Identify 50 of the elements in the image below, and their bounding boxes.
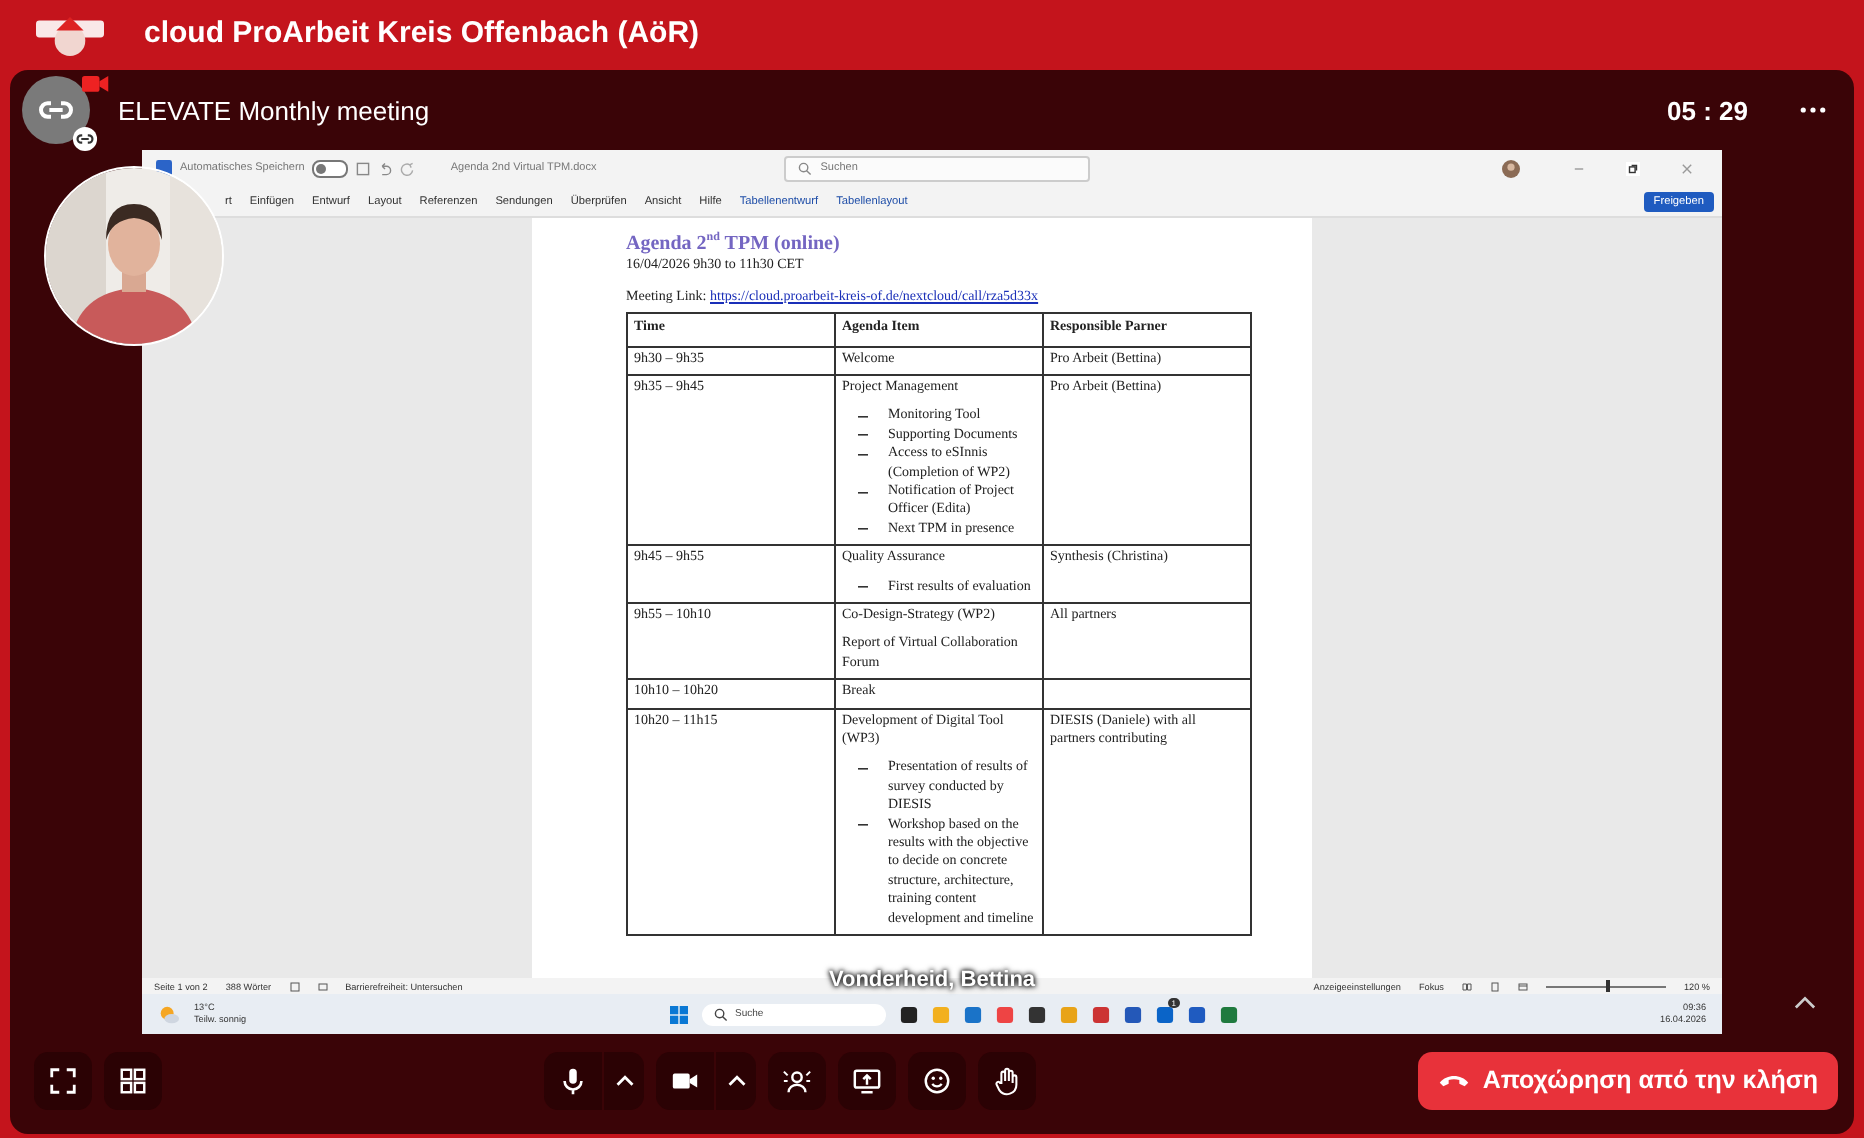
microphone-icon	[558, 1065, 589, 1095]
restore-icon[interactable]	[1626, 161, 1640, 175]
undo-icon[interactable]	[378, 161, 393, 175]
presenter-name: Vonderheid, Bettina	[828, 968, 1036, 992]
smiley-icon	[922, 1065, 953, 1095]
chevron-up-icon[interactable]	[1794, 994, 1816, 1010]
reactions-button[interactable]	[908, 1051, 967, 1109]
search-icon	[713, 1007, 728, 1021]
close-icon[interactable]	[1680, 161, 1694, 175]
print-layout-icon[interactable]	[1489, 981, 1500, 991]
bullet-dash-icon	[858, 824, 868, 827]
grid-icon	[118, 1065, 148, 1095]
save-icon[interactable]	[356, 161, 371, 175]
microphone-button[interactable]	[544, 1051, 603, 1109]
bullet-dash-icon	[858, 586, 868, 589]
link-badge-icon	[72, 126, 98, 152]
call-timer: 05 : 29	[1667, 95, 1748, 125]
microphone-options-button[interactable]	[604, 1051, 645, 1109]
fullscreen-button[interactable]	[34, 1051, 92, 1109]
background-blur-button[interactable]	[768, 1051, 827, 1109]
prediction-icon[interactable]	[317, 981, 328, 991]
windows-start-icon[interactable]	[669, 1005, 688, 1023]
bullet-dash-icon	[858, 491, 868, 494]
leave-call-button[interactable]: Αποχώρηση από την κλήση	[1418, 1051, 1839, 1109]
screen-share-button[interactable]	[838, 1051, 897, 1109]
web-layout-icon[interactable]	[1517, 981, 1528, 991]
camera-options-button[interactable]	[716, 1051, 757, 1109]
proofing-icon[interactable]	[289, 981, 300, 991]
autosave-toggle[interactable]	[312, 159, 349, 177]
grid-view-button[interactable]	[104, 1051, 162, 1109]
call-title: ELEVATE Monthly meeting	[118, 95, 430, 125]
raise-hand-button[interactable]	[978, 1051, 1037, 1109]
camera-badge-icon	[82, 72, 110, 94]
bullet-dash-icon	[858, 528, 868, 531]
document-title: Agenda 2$^{nd}$ TPM (online)	[626, 229, 842, 257]
camera-button[interactable]	[656, 1051, 715, 1109]
bullet-dash-icon	[858, 768, 868, 771]
bullet-dash-icon	[858, 434, 868, 437]
person-blur-icon	[782, 1065, 813, 1095]
read-mode-icon[interactable]	[1461, 981, 1472, 991]
more-icon[interactable]	[1800, 106, 1826, 114]
bullet-dash-icon	[858, 415, 868, 418]
screen-share-icon	[852, 1065, 883, 1095]
search-icon	[798, 161, 813, 175]
hand-icon	[992, 1065, 1023, 1095]
fullscreen-icon	[48, 1065, 78, 1095]
app-title: cloud ProArbeit Kreis Offenbach (AöR)	[144, 16, 700, 50]
profile-avatar-icon[interactable]	[1502, 159, 1520, 177]
bullet-dash-icon	[858, 453, 868, 456]
hang-up-icon	[1438, 1071, 1471, 1089]
